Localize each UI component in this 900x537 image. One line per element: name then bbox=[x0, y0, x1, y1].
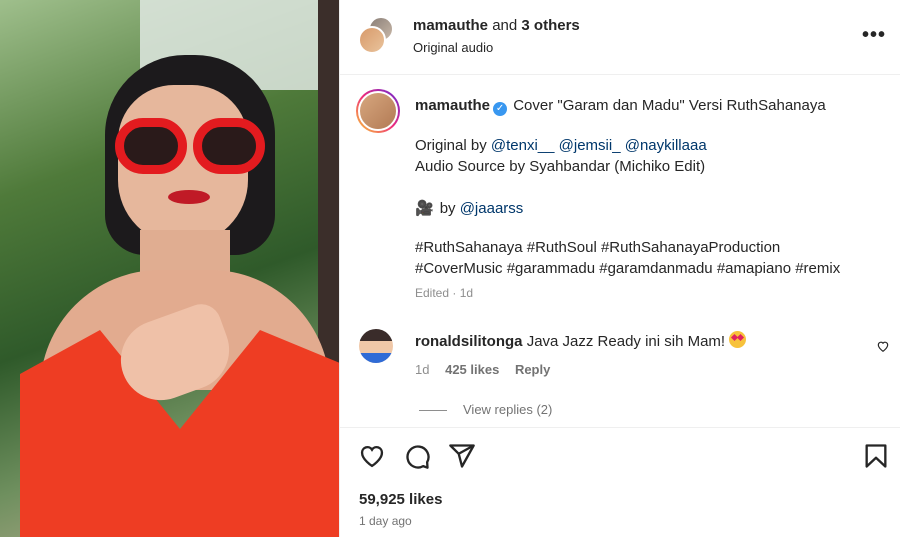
post-timestamp[interactable]: 1 day ago bbox=[359, 514, 412, 528]
comment-username[interactable]: ronaldsilitonga bbox=[415, 333, 523, 350]
more-icon[interactable]: ••• bbox=[862, 24, 886, 47]
mention-link[interactable]: @jemsii_ bbox=[559, 137, 621, 154]
header-username[interactable]: mamauthe bbox=[413, 17, 488, 34]
mention-link[interactable]: @tenxi__ bbox=[491, 137, 555, 154]
heart-icon[interactable] bbox=[358, 442, 388, 472]
comment-icon[interactable] bbox=[403, 442, 433, 472]
caption-text: mamauthe ✓ Cover "Garam dan Madu" Versi R… bbox=[415, 97, 826, 116]
post-header: mamauthe and 3 others Original audio ••• bbox=[340, 0, 900, 75]
commenter-avatar[interactable] bbox=[359, 329, 393, 363]
comment: ronaldsilitonga Java Jazz Ready ini sih … bbox=[415, 331, 747, 350]
hashtags-line-1[interactable]: #RuthSahanaya #RuthSoul #RuthSahanayaPro… bbox=[415, 239, 780, 256]
header-title: mamauthe and 3 others bbox=[413, 17, 580, 34]
camera-icon: 🎥 bbox=[415, 200, 434, 217]
hashtags-line-2[interactable]: #CoverMusic #garammadu #garamdanmadu #am… bbox=[415, 260, 840, 277]
audio-source-line: Audio Source by Syahbandar (Michiko Edit… bbox=[415, 158, 706, 175]
by-line: 🎥 by @jaaarss bbox=[415, 200, 524, 217]
photo-sunglasses bbox=[115, 118, 267, 178]
comment-likes[interactable]: 425 likes bbox=[445, 362, 499, 377]
replies-divider bbox=[419, 410, 447, 412]
reply-button[interactable]: Reply bbox=[515, 362, 550, 377]
mention-link[interactable]: @jaaarss bbox=[460, 200, 524, 217]
action-bar: 59,925 likes 1 day ago bbox=[340, 427, 900, 537]
view-replies-button[interactable]: View replies (2) bbox=[419, 402, 552, 417]
caption-meta: Edited · 1d bbox=[415, 286, 474, 300]
header-others[interactable]: 3 others bbox=[521, 17, 579, 34]
post-panel: mamauthe and 3 others Original audio •••… bbox=[339, 0, 900, 537]
share-icon[interactable] bbox=[448, 442, 478, 472]
collab-avatars[interactable] bbox=[358, 16, 398, 56]
caption-avatar[interactable] bbox=[356, 89, 400, 133]
comment-like-heart-icon[interactable] bbox=[876, 339, 890, 357]
heart-eyes-emoji-icon bbox=[729, 331, 747, 348]
comment-meta: 1d 425 likes Reply bbox=[415, 362, 551, 377]
bookmark-icon[interactable] bbox=[862, 442, 892, 472]
verified-icon: ✓ bbox=[493, 102, 508, 116]
comment-text: Java Jazz Ready ini sih Mam! bbox=[526, 333, 726, 350]
avatar bbox=[358, 26, 386, 54]
mention-link[interactable]: @naykillaaa bbox=[625, 137, 707, 154]
caption-username[interactable]: mamauthe bbox=[415, 97, 490, 114]
original-by-line: Original by @tenxi__ @jemsii_ @naykillaa… bbox=[415, 137, 707, 154]
post-like-count[interactable]: 59,925 likes bbox=[359, 491, 442, 508]
audio-link[interactable]: Original audio bbox=[413, 40, 493, 55]
post-media[interactable] bbox=[0, 0, 339, 537]
photo-lips bbox=[168, 190, 210, 204]
